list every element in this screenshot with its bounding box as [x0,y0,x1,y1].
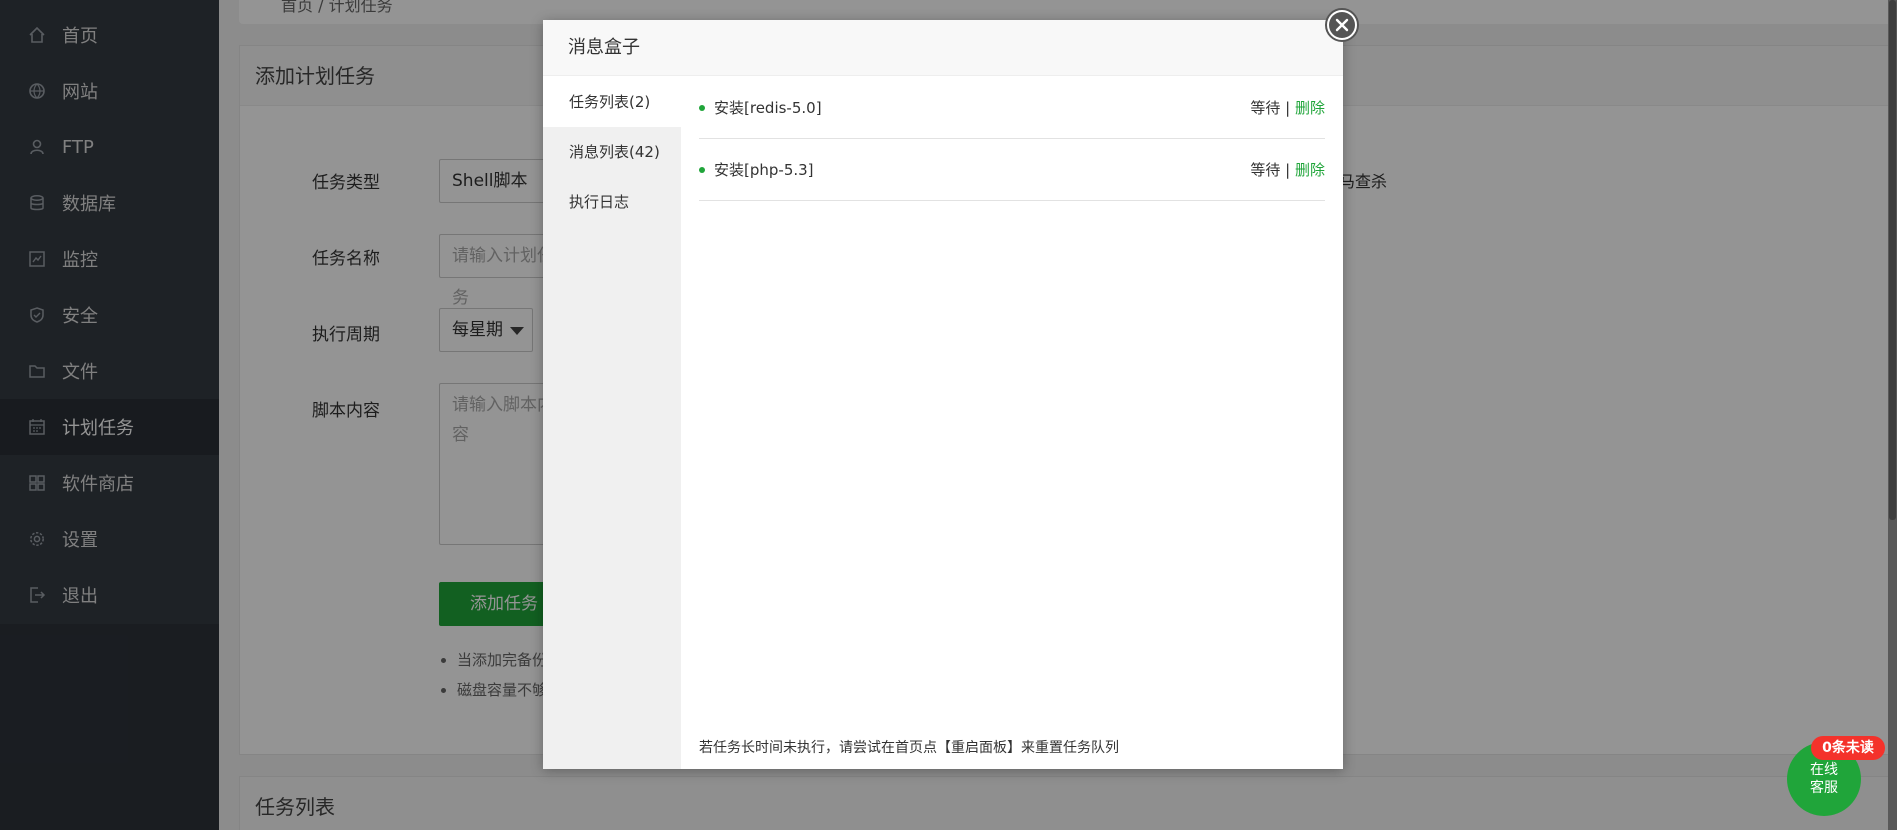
delete-link[interactable]: 删除 [1295,161,1325,179]
task-name: 安装[redis-5.0] [714,99,822,117]
task-status: 等待 [1250,99,1281,117]
modal-title: 消息盒子 [543,20,1343,76]
task-name: 安装[php-5.3] [714,161,814,179]
close-icon [1329,12,1355,38]
task-actions: 等待 | 删除 [1250,139,1325,201]
task-actions: 等待 | 删除 [1250,77,1325,139]
message-box-modal: 消息盒子 任务列表(2) 消息列表(42) 执行日志 安装[redis-5.0]… [543,20,1343,769]
modal-tabs: 任务列表(2) 消息列表(42) 执行日志 [543,77,681,769]
status-dot [699,166,705,173]
separator: | [1285,161,1291,179]
tab-task-list[interactable]: 任务列表(2) [543,77,681,127]
footer-tip: 若任务长时间未执行，请尝试在首页点【重启面板】来重置任务队列 [699,740,1119,756]
task-status: 等待 [1250,161,1281,179]
separator: | [1285,99,1291,117]
delete-link[interactable]: 删除 [1295,99,1325,117]
close-button[interactable] [1325,8,1359,42]
tab-message-list[interactable]: 消息列表(42) [543,127,681,177]
status-dot [699,104,705,111]
task-row: 安装[php-5.3] 等待 | 删除 [699,139,1325,201]
chat-label-line1: 在线 [1810,762,1838,778]
chat-label-line2: 客服 [1810,780,1838,796]
modal-body: 安装[redis-5.0] 等待 | 删除 安装[php-5.3] 等待 | 删… [681,77,1343,769]
task-row: 安装[redis-5.0] 等待 | 删除 [699,77,1325,139]
unread-badge: 0条未读 [1811,736,1885,760]
tab-exec-log[interactable]: 执行日志 [543,177,681,227]
